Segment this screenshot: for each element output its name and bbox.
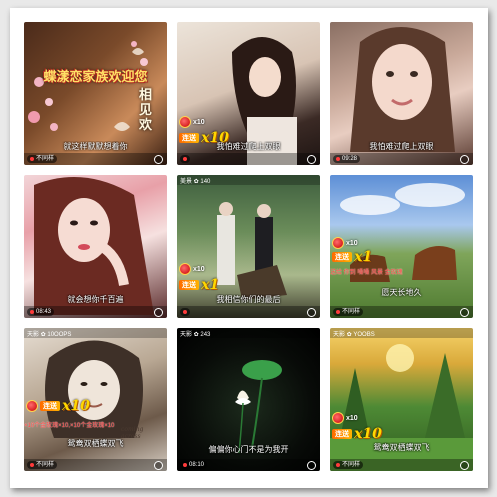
rose-gift-icon: [179, 263, 191, 275]
lyric-caption: 愿天长地久: [381, 288, 422, 297]
more-icon[interactable]: [307, 461, 316, 470]
gift-banner: x10: [179, 263, 205, 275]
combo-multiplier: x10: [354, 426, 382, 442]
lyric-caption: 就这样默默想着你: [63, 142, 128, 151]
lyric-caption: 我怕难过爬上双眼: [369, 142, 434, 151]
gift-banner: x10: [179, 116, 205, 128]
combo-banner: 连送 x1: [179, 277, 219, 293]
photo-collage-frame: 蝶漾恋家族欢迎您 相见欢 就这样默默想着你 不同样 x10 连送 x10 我怕难…: [10, 8, 488, 488]
time-chip: 08:10: [180, 461, 208, 469]
time-chip: 08:43: [27, 308, 55, 316]
time-chip: [180, 155, 190, 163]
video-tile-8[interactable]: 天影 ✿ 243 偏偏你心门不是为我开 08:10: [177, 328, 320, 471]
video-tile-9[interactable]: 天影 ✿ YOOBS x10 连送 x10 鸳鸯双栖蝶双飞 不同样: [330, 328, 473, 471]
player-bar: [177, 306, 320, 318]
live-dot-icon: [336, 310, 340, 314]
live-dot-icon: [183, 157, 187, 161]
combo-label: 连送: [40, 401, 60, 411]
live-dot-icon: [30, 157, 34, 161]
lyric-caption: 鸳鸯双栖蝶双飞: [67, 439, 124, 448]
live-dot-icon: [183, 463, 187, 467]
video-tile-4[interactable]: 就会想你千百遍 08:43: [24, 175, 167, 318]
time-chip: [180, 308, 190, 316]
more-icon[interactable]: [154, 461, 163, 470]
gift-ticker: 送给 你到 嗓嗓 风景 金玫瑰: [330, 270, 403, 276]
chip-label: 不同样: [36, 156, 55, 162]
video-tile-2[interactable]: x10 连送 x10 我怕难过爬上双眼: [177, 22, 320, 165]
live-dot-icon: [30, 310, 34, 314]
lyric-caption: 鸳鸯双栖蝶双飞: [373, 443, 430, 452]
lyric-caption: 我相信你们的最后: [216, 295, 281, 304]
bottom-left-chip: 不同样: [333, 308, 364, 316]
combo-multiplier: x1: [354, 249, 373, 265]
time-chip: 09:28: [333, 155, 361, 163]
combo-banner: 连送 x10: [332, 426, 382, 442]
more-icon[interactable]: [154, 308, 163, 317]
gift-banner: x10: [332, 412, 358, 424]
combo-multiplier: x1: [201, 277, 220, 293]
gift-count: x10: [346, 239, 358, 247]
live-dot-icon: [336, 157, 340, 161]
time-label: 09:28: [342, 156, 358, 162]
player-bar: [177, 153, 320, 165]
more-icon[interactable]: [154, 155, 163, 164]
gift-count: x10: [193, 118, 205, 126]
rose-gift-icon: [26, 400, 38, 412]
lyric-caption: 我怕难过爬上双眼: [216, 142, 281, 151]
time-label: 08:43: [36, 309, 52, 315]
combo-multiplier: x10: [62, 398, 90, 414]
video-tile-7[interactable]: 天影 ✿ 10OOPS coming across 连送 x10 ×10个金玫瑰…: [24, 328, 167, 471]
rose-gift-icon: [332, 412, 344, 424]
combo-banner: 连送 x10: [26, 398, 90, 414]
gift-count: x10: [346, 414, 358, 422]
more-icon[interactable]: [307, 308, 316, 317]
gift-ticker: ×10个金玫瑰×10,×10个金玫瑰×10: [24, 423, 115, 429]
overlay-title: 蝶漾恋家族欢迎您: [43, 69, 148, 84]
chip-label: 不同样: [342, 462, 361, 468]
combo-label: 连送: [332, 429, 352, 439]
gift-banner: x10: [332, 237, 358, 249]
rose-gift-icon: [332, 237, 344, 249]
chip-label: 不同样: [342, 309, 361, 315]
video-tile-3[interactable]: 我怕难过爬上双眼 09:28: [330, 22, 473, 165]
combo-label: 连送: [179, 280, 199, 290]
bottom-left-chip: 不同样: [333, 461, 364, 469]
bottom-left-chip: 不同样: [27, 461, 58, 469]
combo-label: 连送: [332, 252, 352, 262]
video-tile-1[interactable]: 蝶漾恋家族欢迎您 相见欢 就这样默默想着你 不同样: [24, 22, 167, 165]
combo-banner: 连送 x1: [332, 249, 372, 265]
bottom-left-chip: 不同样: [27, 155, 58, 163]
video-tile-5[interactable]: 美景 ✿ 140 x10 连送 x1 我相信你们的最后: [177, 175, 320, 318]
gift-count: x10: [193, 265, 205, 273]
rose-gift-icon: [179, 116, 191, 128]
time-label: 08:10: [189, 462, 205, 468]
lyric-caption: 就会想你千百遍: [67, 295, 124, 304]
more-icon[interactable]: [460, 155, 469, 164]
live-dot-icon: [183, 310, 187, 314]
lyric-caption: 偏偏你心门不是为我开: [208, 445, 289, 454]
more-icon[interactable]: [307, 155, 316, 164]
more-icon[interactable]: [460, 308, 469, 317]
video-tile-6[interactable]: x10 连送 x1 送给 你到 嗓嗓 风景 金玫瑰 愿天长地久 不同样: [330, 175, 473, 318]
live-dot-icon: [336, 463, 340, 467]
side-text: 相见欢: [139, 88, 153, 133]
chip-label: 不同样: [36, 462, 55, 468]
more-icon[interactable]: [460, 461, 469, 470]
live-dot-icon: [30, 463, 34, 467]
